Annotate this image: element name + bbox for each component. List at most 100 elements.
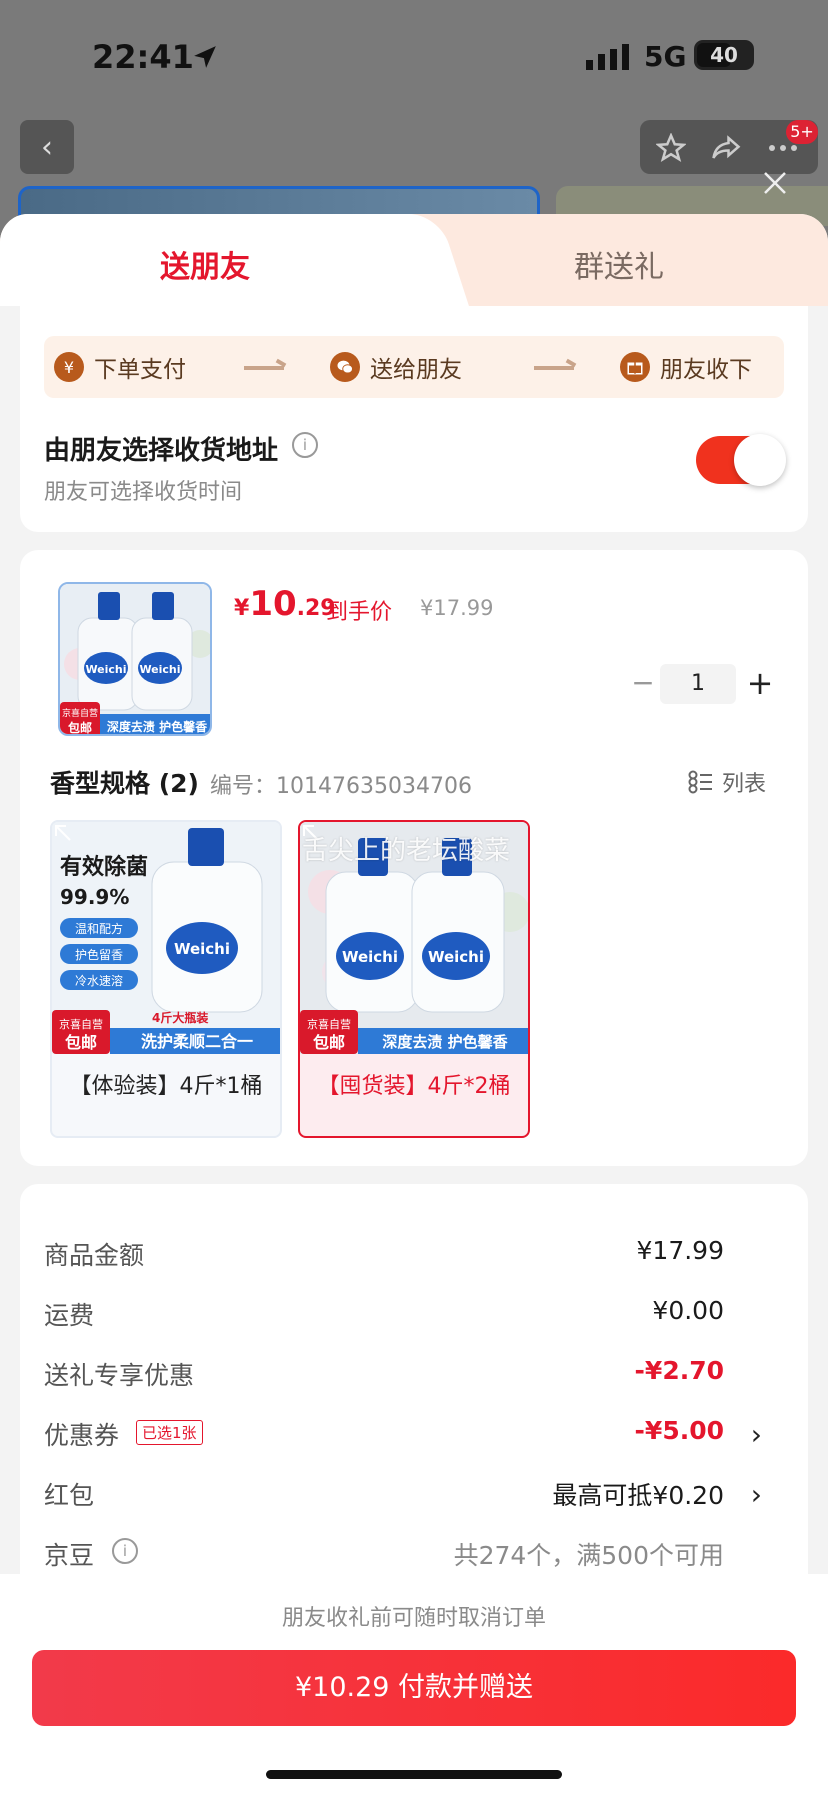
s1-feature: 护色留香: [75, 948, 123, 962]
brand-logo: Weichi: [85, 663, 126, 676]
brand-logo: Weichi: [342, 948, 398, 966]
address-option-title: 由朋友选择收货地址: [44, 436, 279, 466]
badge-top: 京喜自营: [59, 1017, 103, 1031]
price-integer: 10: [249, 584, 297, 624]
share-icon[interactable]: [710, 133, 742, 163]
step-label: 下单支付: [94, 357, 186, 383]
coupon-selected-tag: 已选1张: [136, 1420, 203, 1445]
s1-feature: 冷水速溶: [75, 973, 123, 988]
signal-icon: [586, 44, 629, 70]
back-button[interactable]: ‹: [20, 120, 74, 174]
gift-price: ¥10.29: [234, 584, 336, 624]
step-send: 送给朋友: [330, 351, 462, 383]
network-label: 5G: [644, 40, 687, 73]
list-view-label: 列表: [722, 772, 767, 797]
badge-top: 京喜自营: [307, 1017, 351, 1031]
summary-value: 最高可抵¥0.20: [552, 1481, 724, 1510]
summary-row-goods: 商品金额 ¥17.99: [44, 1232, 784, 1272]
list-icon: [688, 770, 712, 794]
price-currency: ¥: [234, 596, 250, 621]
bottom-action-bar: 朋友收礼前可随时取消订单 ¥10.29 付款并赠送: [0, 1574, 828, 1795]
brand-logo: Weichi: [428, 948, 484, 966]
gift-flow-card: ¥ 下单支付 送给朋友 朋友收下 由朋友选择收货地址 i 朋友可选择收货时间: [20, 306, 808, 532]
step-label: 朋友收下: [660, 357, 752, 383]
friend-address-toggle[interactable]: [696, 434, 786, 486]
quantity-increase-button[interactable]: +: [742, 666, 778, 702]
tab-send-friend-label[interactable]: 送朋友: [160, 242, 250, 286]
price-tag: 到手价: [326, 600, 393, 625]
location-arrow-icon: [194, 46, 216, 68]
tab-bar: 送朋友 群送礼: [0, 214, 828, 306]
summary-row-shipping: 运费 ¥0.00: [44, 1292, 784, 1332]
watermark-text: 舌尖上的老坛酸菜: [302, 836, 511, 866]
summary-row-gift-discount: 送礼专享优惠 -¥2.70: [44, 1352, 784, 1392]
tab-group-gift[interactable]: 群送礼: [574, 242, 664, 286]
s1-size: 4斤大瓶装: [152, 1010, 208, 1025]
spec-title: 香型规格 (2): [50, 769, 199, 798]
list-view-button[interactable]: 列表: [688, 766, 766, 798]
spec-option-label: 【体验装】4斤*1桶: [69, 1074, 263, 1099]
summary-label: 商品金额: [44, 1241, 145, 1270]
s1-percent: 99.9%: [60, 885, 129, 909]
s1-banner: 洗护柔顺二合一: [141, 1032, 253, 1051]
spec-option-trial[interactable]: 有效除菌 99.9% 温和配方 护色留香 冷水速溶 Weichi 4斤大瓶装 洗…: [50, 820, 282, 1138]
summary-row-jingdou: 京豆 i 共274个，满500个可用: [44, 1532, 784, 1572]
toggle-knob: [734, 434, 786, 486]
summary-value: -¥5.00: [634, 1416, 724, 1445]
info-icon[interactable]: i: [292, 432, 318, 458]
status-bar: 22:41 5G 40: [0, 0, 828, 110]
summary-label: 运费: [44, 1301, 95, 1330]
spec-code: 编号：10147635034706: [210, 774, 472, 799]
s2-banner: 深度去渍 护色馨香: [382, 1033, 507, 1051]
summary-value: ¥0.00: [652, 1296, 724, 1325]
gift-steps: ¥ 下单支付 送给朋友 朋友收下: [44, 336, 784, 398]
chevron-right-icon[interactable]: ›: [751, 1418, 762, 1451]
summary-label: 送礼专享优惠: [44, 1361, 195, 1390]
summary-label: 红包: [44, 1481, 95, 1510]
original-price: ¥17.99: [420, 596, 494, 620]
brand-logo: Weichi: [139, 663, 180, 676]
home-indicator: [266, 1770, 562, 1779]
spec-option-image: 有效除菌 99.9% 温和配方 护色留香 冷水速溶 Weichi 4斤大瓶装 洗…: [52, 822, 280, 1054]
pay-and-gift-button[interactable]: ¥10.29 付款并赠送: [32, 1650, 796, 1726]
battery-icon: 40: [694, 40, 754, 70]
badge-bottom: 包邮: [67, 720, 92, 735]
cancel-note: 朋友收礼前可随时取消订单: [281, 1606, 546, 1631]
badge-bottom: 包邮: [65, 1033, 97, 1052]
product-card: Weichi Weichi 深度去渍 护色馨香 京喜自营 包邮 ¥10.29 到…: [20, 550, 808, 1166]
message-badge: 5+: [786, 120, 818, 144]
product-thumbnail[interactable]: Weichi Weichi 深度去渍 护色馨香 京喜自营 包邮: [58, 582, 212, 736]
spec-option-label: 【囤货装】4斤*2桶: [317, 1074, 511, 1099]
quantity-value[interactable]: 1: [660, 664, 736, 704]
close-icon[interactable]: [760, 168, 790, 198]
brand-logo: Weichi: [174, 940, 230, 958]
summary-value: -¥2.70: [634, 1356, 724, 1385]
summary-value: 共274个，满500个可用: [453, 1541, 724, 1570]
summary-label: 优惠券: [44, 1421, 120, 1450]
star-icon[interactable]: [656, 133, 686, 163]
price-summary-card: 商品金额 ¥17.99 运费 ¥0.00 送礼专享优惠 -¥2.70 优惠券 已…: [20, 1184, 808, 1604]
quantity-decrease-button[interactable]: −: [626, 668, 660, 698]
status-time: 22:41: [92, 38, 194, 76]
summary-value: ¥17.99: [636, 1236, 724, 1265]
s1-feature: 温和配方: [75, 921, 123, 936]
gift-icon: [620, 352, 650, 382]
badge-top: 京喜自营: [62, 707, 98, 719]
gift-sheet: 送朋友 群送礼 ¥ 下单支付 送给朋友 朋友收下 由朋友选择收货地址 i 朋友可…: [0, 214, 828, 1795]
step-label: 送给朋友: [370, 357, 462, 383]
s1-headline: 有效除菌: [60, 854, 148, 880]
battery-level: 40: [710, 43, 738, 67]
summary-label: 京豆: [44, 1541, 95, 1570]
chevron-right-icon[interactable]: ›: [751, 1478, 762, 1511]
wechat-icon: [330, 352, 360, 382]
step-receive: 朋友收下: [620, 351, 752, 383]
summary-row-coupon[interactable]: 优惠券 已选1张 -¥5.00 ›: [44, 1412, 784, 1452]
yen-icon: ¥: [54, 352, 84, 382]
step-arrow: [534, 366, 574, 370]
thumb-banner: 深度去渍 护色馨香: [107, 719, 207, 734]
spec-option-bulk[interactable]: Weichi Weichi 深度去渍 护色馨香 京喜自营 包邮 【囤货装】4斤*…: [298, 820, 530, 1138]
step-arrow: [244, 366, 284, 370]
info-icon[interactable]: i: [112, 1538, 138, 1564]
badge-bottom: 包邮: [313, 1033, 345, 1052]
summary-row-redpacket[interactable]: 红包 最高可抵¥0.20 ›: [44, 1472, 784, 1512]
